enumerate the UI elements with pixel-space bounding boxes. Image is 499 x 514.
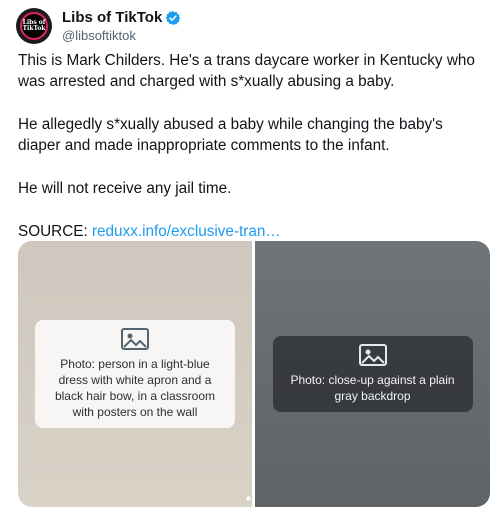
photo-left-placeholder: Photo: person in a light-blue dress with… (35, 320, 235, 428)
verified-badge-icon (166, 10, 181, 25)
photo-left-description: Photo: person in a light-blue dress with… (54, 357, 216, 419)
handle[interactable]: @libsoftiktok (62, 28, 181, 43)
photo-right-placeholder: Photo: close-up against a plain gray bac… (272, 336, 473, 412)
photo-left[interactable]: Photo: person in a light-blue dress with… (18, 241, 252, 507)
carousel-dots (246, 496, 251, 501)
avatar-logo: Libs of TikTok (20, 12, 48, 40)
tweet-paragraph-3: He will not receive any jail time. (18, 180, 232, 197)
image-icon (358, 344, 387, 366)
source-prefix: SOURCE: (18, 223, 92, 240)
photo-right-description: Photo: close-up against a plain gray bac… (290, 373, 455, 403)
source-line: SOURCE: reduxx.info/exclusive-tran… (18, 221, 488, 242)
image-icon (121, 328, 149, 350)
avatar-logo-text: Libs of TikTok (22, 19, 46, 32)
tweet-header: Libs of TikTok Libs of TikTok @libsoftik… (16, 8, 181, 44)
tweet-card: Libs of TikTok Libs of TikTok @libsoftik… (0, 0, 499, 514)
tweet-paragraph-2: He allegedly s*xually abused a baby whil… (18, 116, 443, 154)
source-link[interactable]: reduxx.info/exclusive-tran… (92, 223, 281, 240)
avatar[interactable]: Libs of TikTok (16, 8, 52, 44)
author-info: Libs of TikTok @libsoftiktok (62, 9, 181, 43)
tweet-text: This is Mark Childers. He's a trans dayc… (18, 50, 488, 264)
display-name[interactable]: Libs of TikTok (62, 9, 162, 26)
carousel-dot[interactable] (246, 496, 251, 501)
photo-right[interactable]: Photo: close-up against a plain gray bac… (255, 241, 490, 507)
media-grid: Photo: person in a light-blue dress with… (18, 241, 490, 507)
name-row: Libs of TikTok (62, 9, 181, 26)
tweet-paragraph-1: This is Mark Childers. He's a trans dayc… (18, 52, 475, 90)
